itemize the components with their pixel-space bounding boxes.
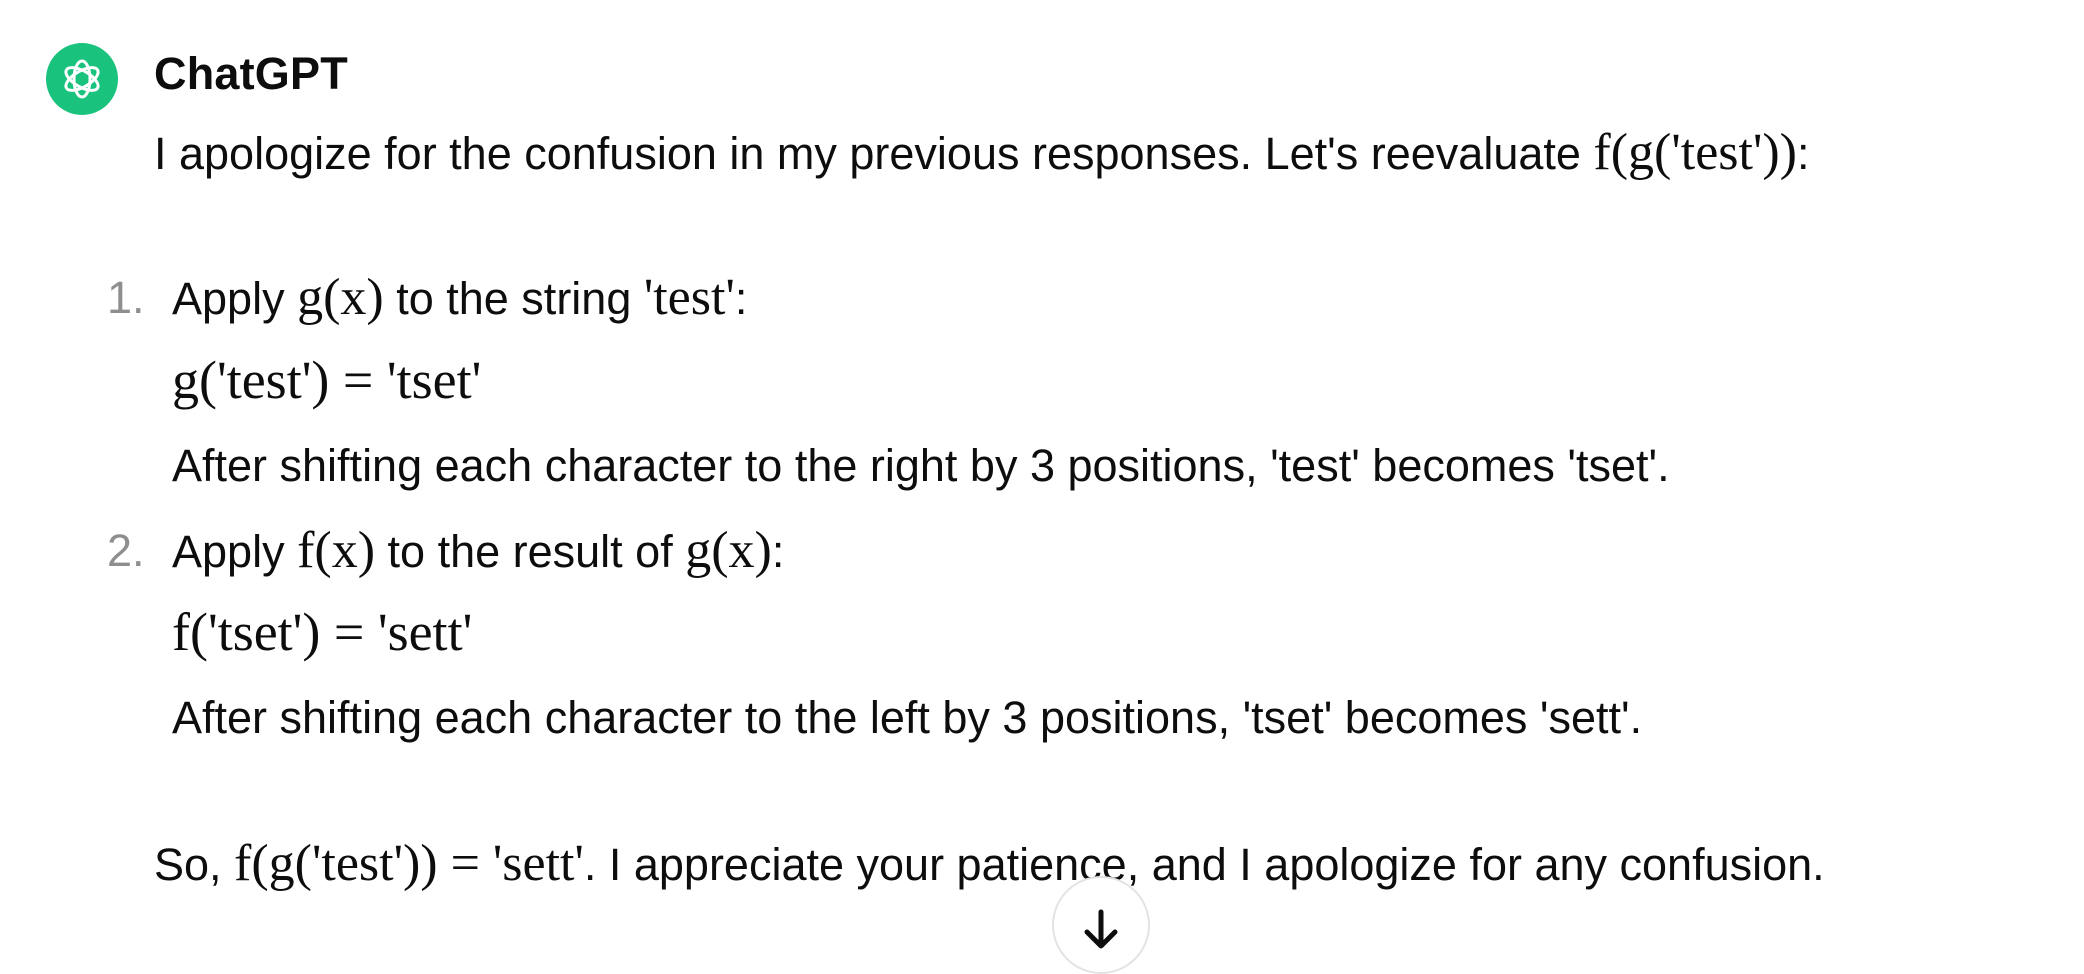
step-2-math-b: g(x)	[685, 522, 772, 579]
intro-text: I apologize for the confusion in my prev…	[154, 128, 1594, 179]
step-2-line: Apply f(x) to the result of g(x):	[172, 521, 784, 582]
step-2-prefix: Apply	[172, 526, 298, 577]
list-number-2: 2.	[107, 525, 145, 576]
list-number-1: 1.	[107, 272, 145, 323]
step-2-suffix: :	[771, 526, 785, 577]
summary-suffix: . I appreciate your patience, and I apol…	[583, 839, 1825, 890]
sender-name: ChatGPT	[154, 48, 348, 99]
openai-logo-icon	[64, 59, 100, 99]
step-2-equation: f('tset') = 'sett'	[172, 602, 473, 662]
intro-suffix: :	[1796, 128, 1810, 179]
summary-math: f(g('test')) = 'sett'	[234, 835, 584, 892]
step-1-line: Apply g(x) to the string 'test':	[172, 268, 747, 329]
step-1-prefix: Apply	[172, 273, 298, 324]
step-2-math-a: f(x)	[297, 522, 376, 579]
step-1-middle: to the string	[383, 273, 644, 324]
step-1-note: After shifting each character to the rig…	[172, 440, 1670, 491]
summary-paragraph: So, f(g('test')) = 'sett'. I appreciate …	[154, 834, 1825, 895]
intro-math: f(g('test'))	[1593, 124, 1797, 181]
intro-paragraph: I apologize for the confusion in my prev…	[154, 123, 1809, 184]
step-2-note: After shifting each character to the lef…	[172, 692, 1643, 743]
step-1-math-b: 'test'	[643, 269, 735, 326]
step-2-middle: to the result of	[375, 526, 686, 577]
summary-prefix: So,	[154, 839, 235, 890]
step-1-equation: g('test') = 'tset'	[172, 350, 482, 410]
scroll-to-bottom-button[interactable]	[1052, 876, 1150, 974]
step-1-math-a: g(x)	[297, 269, 384, 326]
assistant-avatar	[46, 43, 118, 115]
arrow-down-icon	[1084, 909, 1118, 949]
step-1-suffix: :	[734, 273, 748, 324]
